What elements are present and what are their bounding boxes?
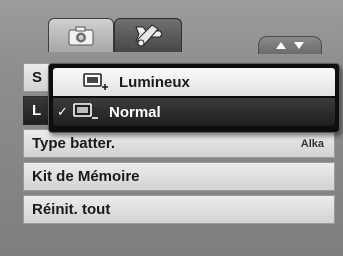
camera-menu-screen: S L Type batter. Alka Kit de Mémoire Réi… [0,0,343,256]
menu-item-label: S [32,69,43,86]
camera-icon [68,26,94,45]
brightness-minus-icon [73,103,99,121]
checkmark-icon: ✓ [57,104,68,119]
scroll-control[interactable] [258,36,322,54]
arrow-up-icon[interactable] [276,42,286,49]
menu-item-memory-kit[interactable]: Kit de Mémoire [23,162,335,191]
option-label: Normal [109,103,161,121]
menu-item-label: L [32,102,42,119]
option-lumineux[interactable]: Lumineux [53,68,335,96]
tab-camera[interactable] [48,18,114,52]
brightness-plus-icon [83,73,109,91]
menu-item-label: Réinit. tout [32,201,111,218]
battery-type-value: Alka [300,137,324,150]
option-normal[interactable]: ✓ Normal [53,98,335,126]
brightness-dropdown: Lumineux ✓ Normal [48,63,340,133]
menu-item-label: Kit de Mémoire [32,168,140,185]
tab-setup[interactable] [114,18,182,52]
menu-item-label: Type batter. [32,135,116,152]
menu-item-reset-all[interactable]: Réinit. tout [23,195,335,224]
arrow-down-icon[interactable] [294,42,304,49]
option-label: Lumineux [119,73,190,91]
menu-item-battery-type[interactable]: Type batter. Alka [23,129,335,158]
wrench-icon [135,23,163,46]
